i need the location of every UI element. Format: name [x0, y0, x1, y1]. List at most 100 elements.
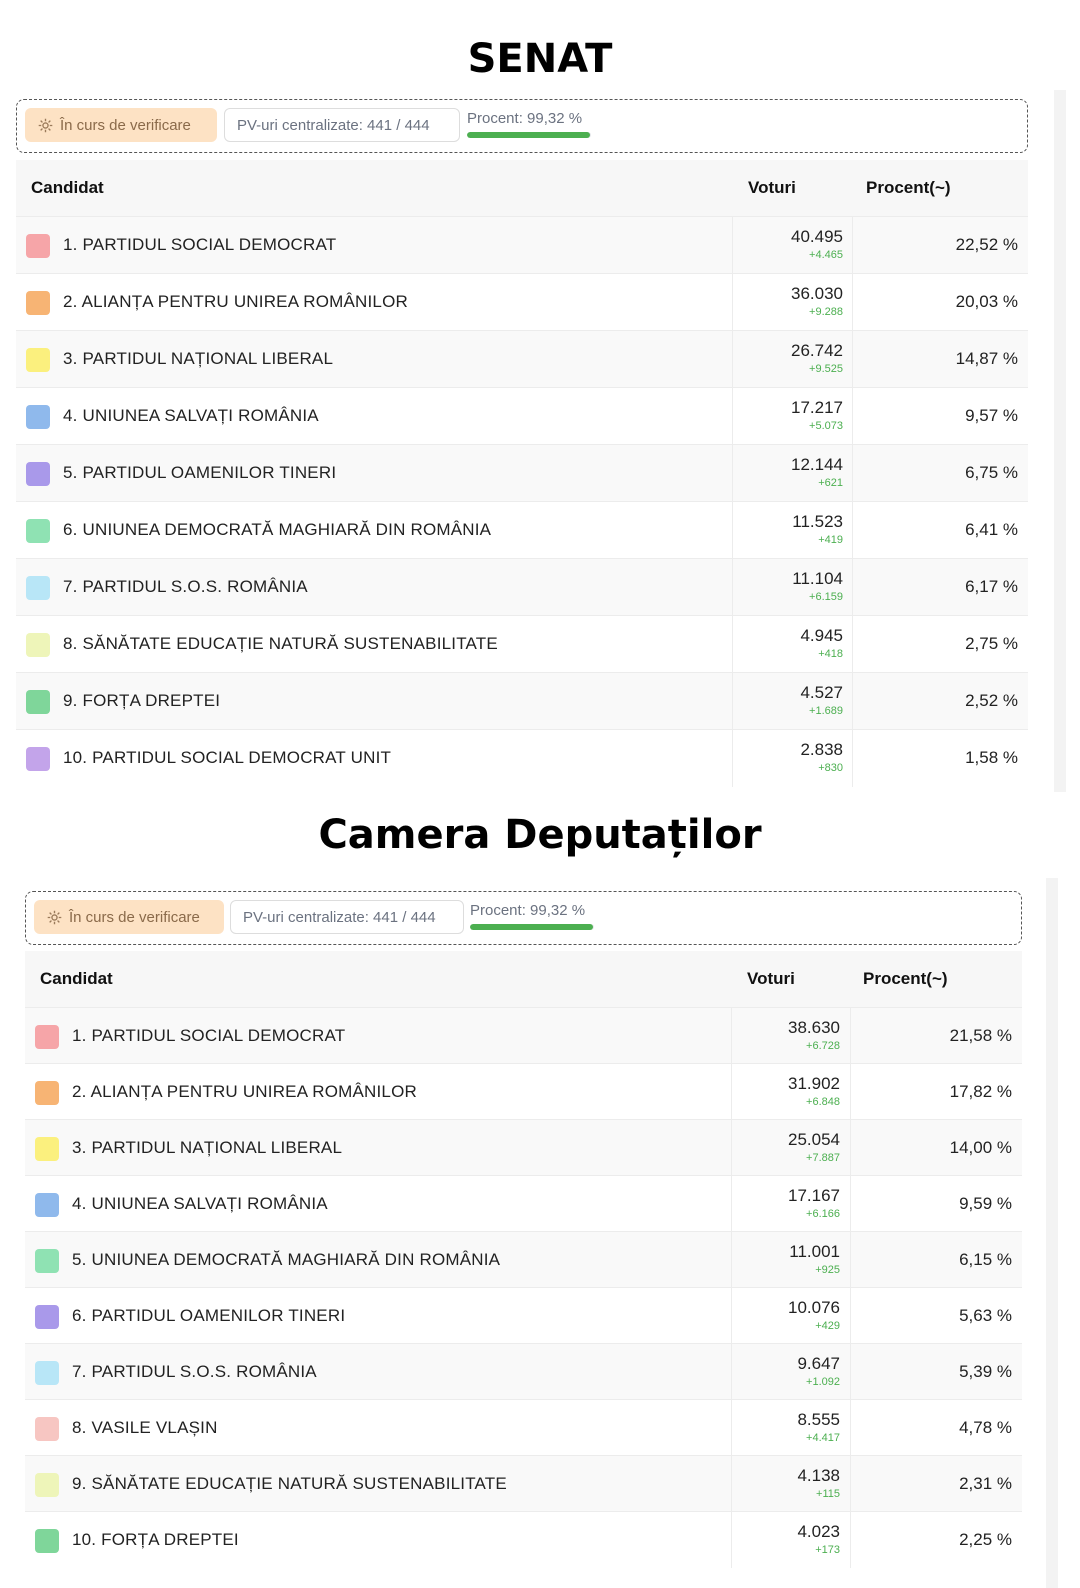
gear-icon: [38, 118, 53, 132]
party-color-swatch: [35, 1025, 59, 1049]
party-color-swatch: [26, 291, 50, 315]
percent-value: 6,15 %: [959, 1250, 1012, 1269]
status-badge-label: În curs de verificare: [69, 908, 200, 926]
votes-value: 36.030: [791, 284, 843, 303]
party-color-swatch: [35, 1193, 59, 1217]
votes-delta: +6.728: [806, 1040, 840, 1052]
party-color-swatch: [35, 1305, 59, 1329]
progress-fill: [467, 132, 591, 138]
table-row[interactable]: 9. FORȚA DREPTEI 4.527 +1.689 2,52 %: [16, 672, 1028, 730]
scroll-track: [1046, 878, 1058, 1588]
percent-value: 9,57 %: [965, 406, 1018, 425]
percent-value: 17,82 %: [949, 1082, 1012, 1101]
header-votes: Voturi: [748, 178, 796, 197]
votes-value: 38.630: [788, 1018, 840, 1037]
table-row[interactable]: 1. PARTIDUL SOCIAL DEMOCRAT 38.630 +6.728 2…: [25, 1007, 1022, 1064]
candidate-name: 4. UNIUNEA SALVAȚI ROMÂNIA: [72, 1194, 328, 1213]
votes-delta: +621: [818, 477, 843, 489]
table-row[interactable]: 1. PARTIDUL SOCIAL DEMOCRAT 40.495 +4.465 2…: [16, 216, 1028, 274]
table-row[interactable]: 6. UNIUNEA DEMOCRATĂ MAGHIARĂ DIN ROMÂNI…: [16, 501, 1028, 559]
table-row[interactable]: 4. UNIUNEA SALVAȚI ROMÂNIA 17.217 +5.073 9,…: [16, 387, 1028, 445]
votes-value: 4.945: [800, 626, 843, 645]
votes-delta: +7.887: [806, 1152, 840, 1164]
pv-counter: PV-uri centralizate: 441 / 444: [230, 900, 464, 934]
table-row[interactable]: 6. PARTIDUL OAMENILOR TINERI 10.076 +429 5,…: [25, 1287, 1022, 1344]
table-row[interactable]: 4. UNIUNEA SALVAȚI ROMÂNIA 17.167 +6.166 9,…: [25, 1175, 1022, 1232]
percent-value: 4,78 %: [959, 1418, 1012, 1437]
votes-value: 2.838: [800, 740, 843, 759]
progress-bar: [467, 132, 591, 138]
percent-value: 1,58 %: [965, 748, 1018, 767]
votes-delta: +830: [818, 762, 843, 774]
votes-delta: +4.465: [809, 249, 843, 261]
party-color-swatch: [26, 462, 50, 486]
candidate-name: 2. ALIANȚA PENTRU UNIREA ROMÂNILOR: [63, 292, 408, 311]
votes-value: 11.001: [789, 1242, 840, 1261]
percent-value: 2,31 %: [959, 1474, 1012, 1493]
percent-value: 6,41 %: [965, 520, 1018, 539]
table-row[interactable]: 10. PARTIDUL SOCIAL DEMOCRAT UNIT 2.838 +8…: [16, 729, 1028, 787]
votes-delta: +6.166: [806, 1208, 840, 1220]
votes-value: 40.495: [791, 227, 843, 246]
party-color-swatch: [35, 1417, 59, 1441]
votes-delta: +925: [815, 1264, 840, 1276]
votes-delta: +173: [815, 1544, 840, 1556]
votes-delta: +5.073: [809, 420, 843, 432]
percent-value: 14,00 %: [949, 1138, 1012, 1157]
votes-delta: +4.417: [806, 1432, 840, 1444]
candidate-name: 4. UNIUNEA SALVAȚI ROMÂNIA: [63, 406, 319, 425]
votes-delta: +1.092: [806, 1376, 840, 1388]
table-row[interactable]: 3. PARTIDUL NAȚIONAL LIBERAL 26.742 +9.525…: [16, 330, 1028, 388]
votes-delta: +418: [818, 648, 843, 660]
table-row[interactable]: 3. PARTIDUL NAȚIONAL LIBERAL 25.054 +7.887…: [25, 1119, 1022, 1176]
senat-title: SENAT: [467, 36, 613, 82]
percent-value: 2,52 %: [965, 691, 1018, 710]
party-color-swatch: [26, 576, 50, 600]
percent-value: 2,25 %: [959, 1530, 1012, 1549]
votes-value: 4.138: [797, 1466, 840, 1485]
table-row[interactable]: 7. PARTIDUL S.O.S. ROMÂNIA 9.647 +1.092 5,3…: [25, 1343, 1022, 1400]
candidate-name: 2. ALIANȚA PENTRU UNIREA ROMÂNILOR: [72, 1082, 417, 1101]
candidate-name: 9. SĂNĂTATE EDUCAȚIE NATURĂ SUSTENABILIT…: [72, 1474, 507, 1493]
party-color-swatch: [26, 234, 50, 258]
candidate-name: 6. PARTIDUL OAMENILOR TINERI: [72, 1306, 346, 1325]
candidate-name: 3. PARTIDUL NAȚIONAL LIBERAL: [72, 1138, 343, 1157]
table-row[interactable]: 8. SĂNĂTATE EDUCAȚIE NATURĂ SUSTENABILIT…: [16, 615, 1028, 673]
candidate-name: 1. PARTIDUL SOCIAL DEMOCRAT: [72, 1026, 346, 1045]
table-row[interactable]: 2. ALIANȚA PENTRU UNIREA ROMÂNILOR 31.902…: [25, 1063, 1022, 1120]
table-row[interactable]: 2. ALIANȚA PENTRU UNIREA ROMÂNILOR 36.030…: [16, 273, 1028, 331]
status-badge: În curs de verificare: [34, 900, 224, 934]
header-percent: Procent(~): [863, 969, 948, 988]
party-color-swatch: [26, 690, 50, 714]
candidate-name: 5. UNIUNEA DEMOCRATĂ MAGHIARĂ DIN ROMÂNI…: [72, 1250, 501, 1269]
votes-delta: +115: [816, 1488, 840, 1500]
votes-delta: +429: [815, 1320, 840, 1332]
percent-label: Procent: 99,32 %: [470, 902, 586, 919]
progress-bar: [470, 924, 594, 930]
percent-value: 20,03 %: [955, 292, 1018, 311]
percent-value: 5,63 %: [959, 1306, 1012, 1325]
header-candidate: Candidat: [31, 178, 104, 197]
party-color-swatch: [26, 519, 50, 543]
votes-delta: +1.689: [809, 705, 843, 717]
table-row[interactable]: 8. VASILE VLAȘIN 8.555 +4.417 4,78 %: [25, 1399, 1022, 1456]
camera-status-box: În curs de verificare PV-uri centralizat…: [25, 891, 1022, 945]
candidate-name: 10. PARTIDUL SOCIAL DEMOCRAT UNIT: [63, 748, 392, 767]
candidate-name: 7. PARTIDUL S.O.S. ROMÂNIA: [63, 577, 308, 596]
table-row[interactable]: 9. SĂNĂTATE EDUCAȚIE NATURĂ SUSTENABILIT…: [25, 1455, 1022, 1512]
table-row[interactable]: 10. FORȚA DREPTEI 4.023 +173 2,25 %: [25, 1511, 1022, 1568]
votes-value: 26.742: [791, 341, 843, 360]
party-color-swatch: [26, 405, 50, 429]
party-color-swatch: [35, 1081, 59, 1105]
percent-value: 5,39 %: [959, 1362, 1012, 1381]
candidate-name: 5. PARTIDUL OAMENILOR TINERI: [63, 463, 337, 482]
table-row[interactable]: 7. PARTIDUL S.O.S. ROMÂNIA 11.104 +6.159 6,…: [16, 558, 1028, 616]
votes-delta: +419: [818, 534, 843, 546]
table-header: Candidat Voturi Procent(~): [25, 951, 1022, 1007]
table-row[interactable]: 5. UNIUNEA DEMOCRATĂ MAGHIARĂ DIN ROMÂNI…: [25, 1231, 1022, 1288]
table-row[interactable]: 5. PARTIDUL OAMENILOR TINERI 12.144 +621 6,…: [16, 444, 1028, 502]
party-color-swatch: [35, 1361, 59, 1385]
votes-value: 8.555: [797, 1410, 840, 1429]
votes-value: 31.902: [788, 1074, 840, 1093]
votes-value: 4.527: [800, 683, 843, 702]
